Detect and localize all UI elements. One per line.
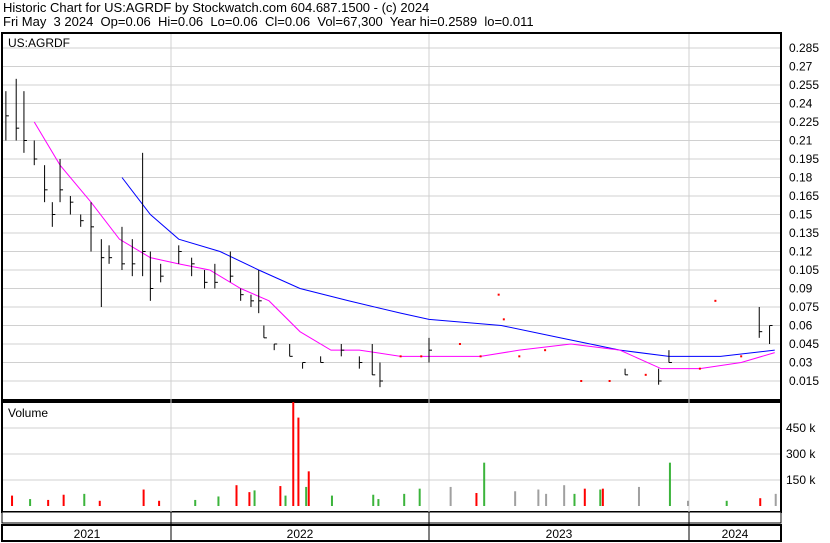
year-axis	[1, 524, 782, 542]
price-tick	[740, 355, 743, 358]
volume-bar	[217, 496, 220, 506]
price-tick	[544, 349, 547, 352]
price-tick-label: 0.105	[789, 263, 819, 277]
volume-bar	[545, 493, 548, 506]
volume-bar	[62, 494, 65, 506]
volume-bar	[235, 485, 238, 506]
price-tick-label: 0.135	[789, 226, 819, 240]
volume-label: Volume	[8, 406, 48, 420]
price-tick-label: 0.075	[789, 300, 819, 314]
price-tick	[644, 373, 647, 376]
price-tick	[518, 355, 521, 358]
volume-bar	[599, 489, 602, 506]
volume-bar	[158, 500, 161, 506]
volume-tick-label: 450 k	[786, 421, 816, 435]
volume-bar	[194, 499, 197, 506]
price-tick-label: 0.12	[789, 245, 813, 259]
volume-bar	[47, 499, 50, 506]
volume-bar	[305, 486, 308, 506]
volume-bar	[563, 485, 566, 506]
volume-bar	[573, 493, 576, 506]
volume-bar	[475, 493, 478, 506]
volume-bar	[418, 488, 421, 506]
volume-bar	[330, 495, 333, 506]
price-tick	[497, 293, 500, 296]
month-strip	[1, 511, 782, 524]
volume-panel	[1, 401, 782, 513]
price-tick-label: 0.255	[789, 78, 819, 92]
volume-bar	[11, 495, 14, 506]
volume-bar	[377, 499, 380, 506]
price-panel	[1, 32, 782, 401]
volume-bar	[537, 489, 540, 506]
volume-tick-label: 300 k	[786, 447, 816, 461]
year-label: 2022	[287, 527, 314, 541]
volume-bar	[98, 500, 101, 506]
volume-bar	[725, 500, 728, 506]
price-tick	[420, 355, 423, 358]
symbol-label: US:AGRDF	[8, 36, 70, 50]
price-tick-label: 0.09	[789, 282, 813, 296]
price-tick-label: 0.225	[789, 115, 819, 129]
year-label: 2024	[722, 527, 749, 541]
volume-bar	[759, 498, 762, 506]
volume-bar	[292, 402, 295, 506]
price-tick	[714, 299, 717, 302]
volume-bar	[253, 490, 256, 506]
volume-bar	[297, 417, 300, 506]
price-tick-label: 0.165	[789, 189, 819, 203]
volume-bar	[29, 499, 32, 506]
price-tick-label: 0.285	[789, 41, 819, 55]
price-tick	[698, 367, 701, 370]
volume-bar	[668, 462, 671, 506]
volume-bar	[774, 493, 777, 506]
volume-bar	[601, 488, 604, 506]
chart-canvas: 0.285 0.27 0.255 0.24 0.225 0.21 0.195 0.18 0.16…	[1, 32, 819, 542]
price-tick-label: 0.21	[789, 134, 813, 148]
volume-bar	[284, 495, 287, 506]
volume-bar	[83, 493, 86, 506]
year-label: 2023	[546, 527, 573, 541]
price-tick	[580, 380, 583, 382]
year-label: 2021	[74, 527, 101, 541]
price-tick-label: 0.015	[789, 374, 819, 388]
price-tick	[502, 318, 505, 321]
volume-bar	[583, 488, 586, 506]
price-tick	[479, 355, 482, 358]
price-tick	[399, 355, 402, 358]
price-tick-label: 0.24	[789, 97, 813, 111]
volume-tick-label: 150 k	[786, 473, 816, 487]
stock-chart: Historic Chart for US:AGRDF by Stockwatc…	[0, 0, 830, 543]
volume-bar	[307, 471, 310, 506]
volume-bar	[372, 494, 375, 506]
price-tick-label: 0.03	[789, 356, 813, 370]
price-tick-label: 0.15	[789, 208, 813, 222]
price-tick-label: 0.045	[789, 337, 819, 351]
price-tick	[458, 343, 461, 345]
volume-bar	[403, 493, 406, 506]
volume-bar	[637, 486, 640, 506]
volume-bar	[279, 486, 282, 506]
volume-bar	[514, 491, 517, 506]
price-tick-label: 0.195	[789, 152, 819, 166]
price-tick-label: 0.18	[789, 171, 813, 185]
price-tick-label: 0.06	[789, 319, 813, 333]
volume-bar	[449, 486, 452, 506]
price-tick	[608, 380, 611, 382]
price-tick-label: 0.27	[789, 60, 813, 74]
volume-bar	[142, 489, 145, 506]
volume-bar	[687, 500, 689, 506]
volume-bar	[483, 462, 486, 506]
volume-bar	[248, 492, 251, 506]
